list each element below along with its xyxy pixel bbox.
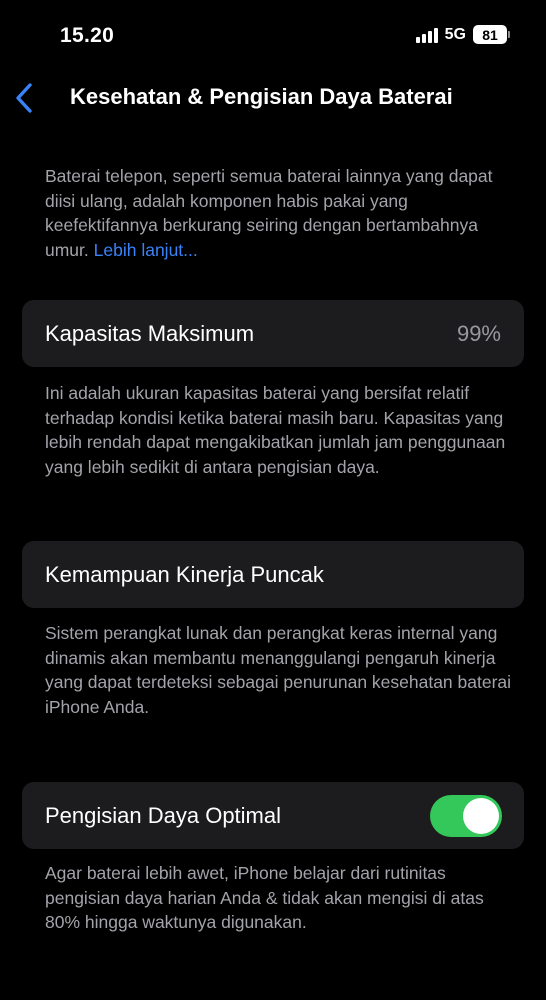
optimized-charging-row: Pengisian Daya Optimal xyxy=(22,782,524,849)
max-capacity-row: Kapasitas Maksimum 99% xyxy=(22,300,524,367)
cellular-signal-icon xyxy=(415,27,438,43)
intro-description: Baterai telepon, seperti semua baterai l… xyxy=(45,164,515,262)
navigation-bar: Kesehatan & Pengisian Daya Baterai xyxy=(0,70,546,126)
chevron-left-icon xyxy=(16,83,32,113)
peak-performance-footer: Sistem perangkat lunak dan perangkat ker… xyxy=(45,623,512,717)
status-indicators: 5G 81 xyxy=(415,25,510,44)
toggle-knob xyxy=(463,797,499,834)
optimized-charging-label: Pengisian Daya Optimal xyxy=(45,802,282,828)
page-title: Kesehatan & Pengisian Daya Baterai xyxy=(70,84,453,109)
battery-level: 81 xyxy=(473,25,507,44)
max-capacity-value: 99% xyxy=(456,320,501,346)
optimized-charging-footer: Agar baterai lebih awet, iPhone belajar … xyxy=(45,863,484,932)
optimized-charging-toggle[interactable] xyxy=(430,794,502,837)
peak-performance-label: Kemampuan Kinerja Puncak xyxy=(45,561,324,587)
battery-icon: 81 xyxy=(473,25,510,44)
back-button[interactable] xyxy=(10,78,38,118)
peak-performance-row: Kemampuan Kinerja Puncak xyxy=(22,541,524,608)
max-capacity-footer: Ini adalah ukuran kapasitas baterai yang… xyxy=(45,383,506,477)
learn-more-link[interactable]: Lebih lanjut... xyxy=(94,240,198,260)
status-bar: 15.20 5G 81 xyxy=(0,0,546,70)
battery-tip xyxy=(508,31,510,38)
status-time: 15.20 xyxy=(60,24,115,47)
max-capacity-label: Kapasitas Maksimum xyxy=(45,320,255,346)
network-type: 5G xyxy=(444,25,466,43)
